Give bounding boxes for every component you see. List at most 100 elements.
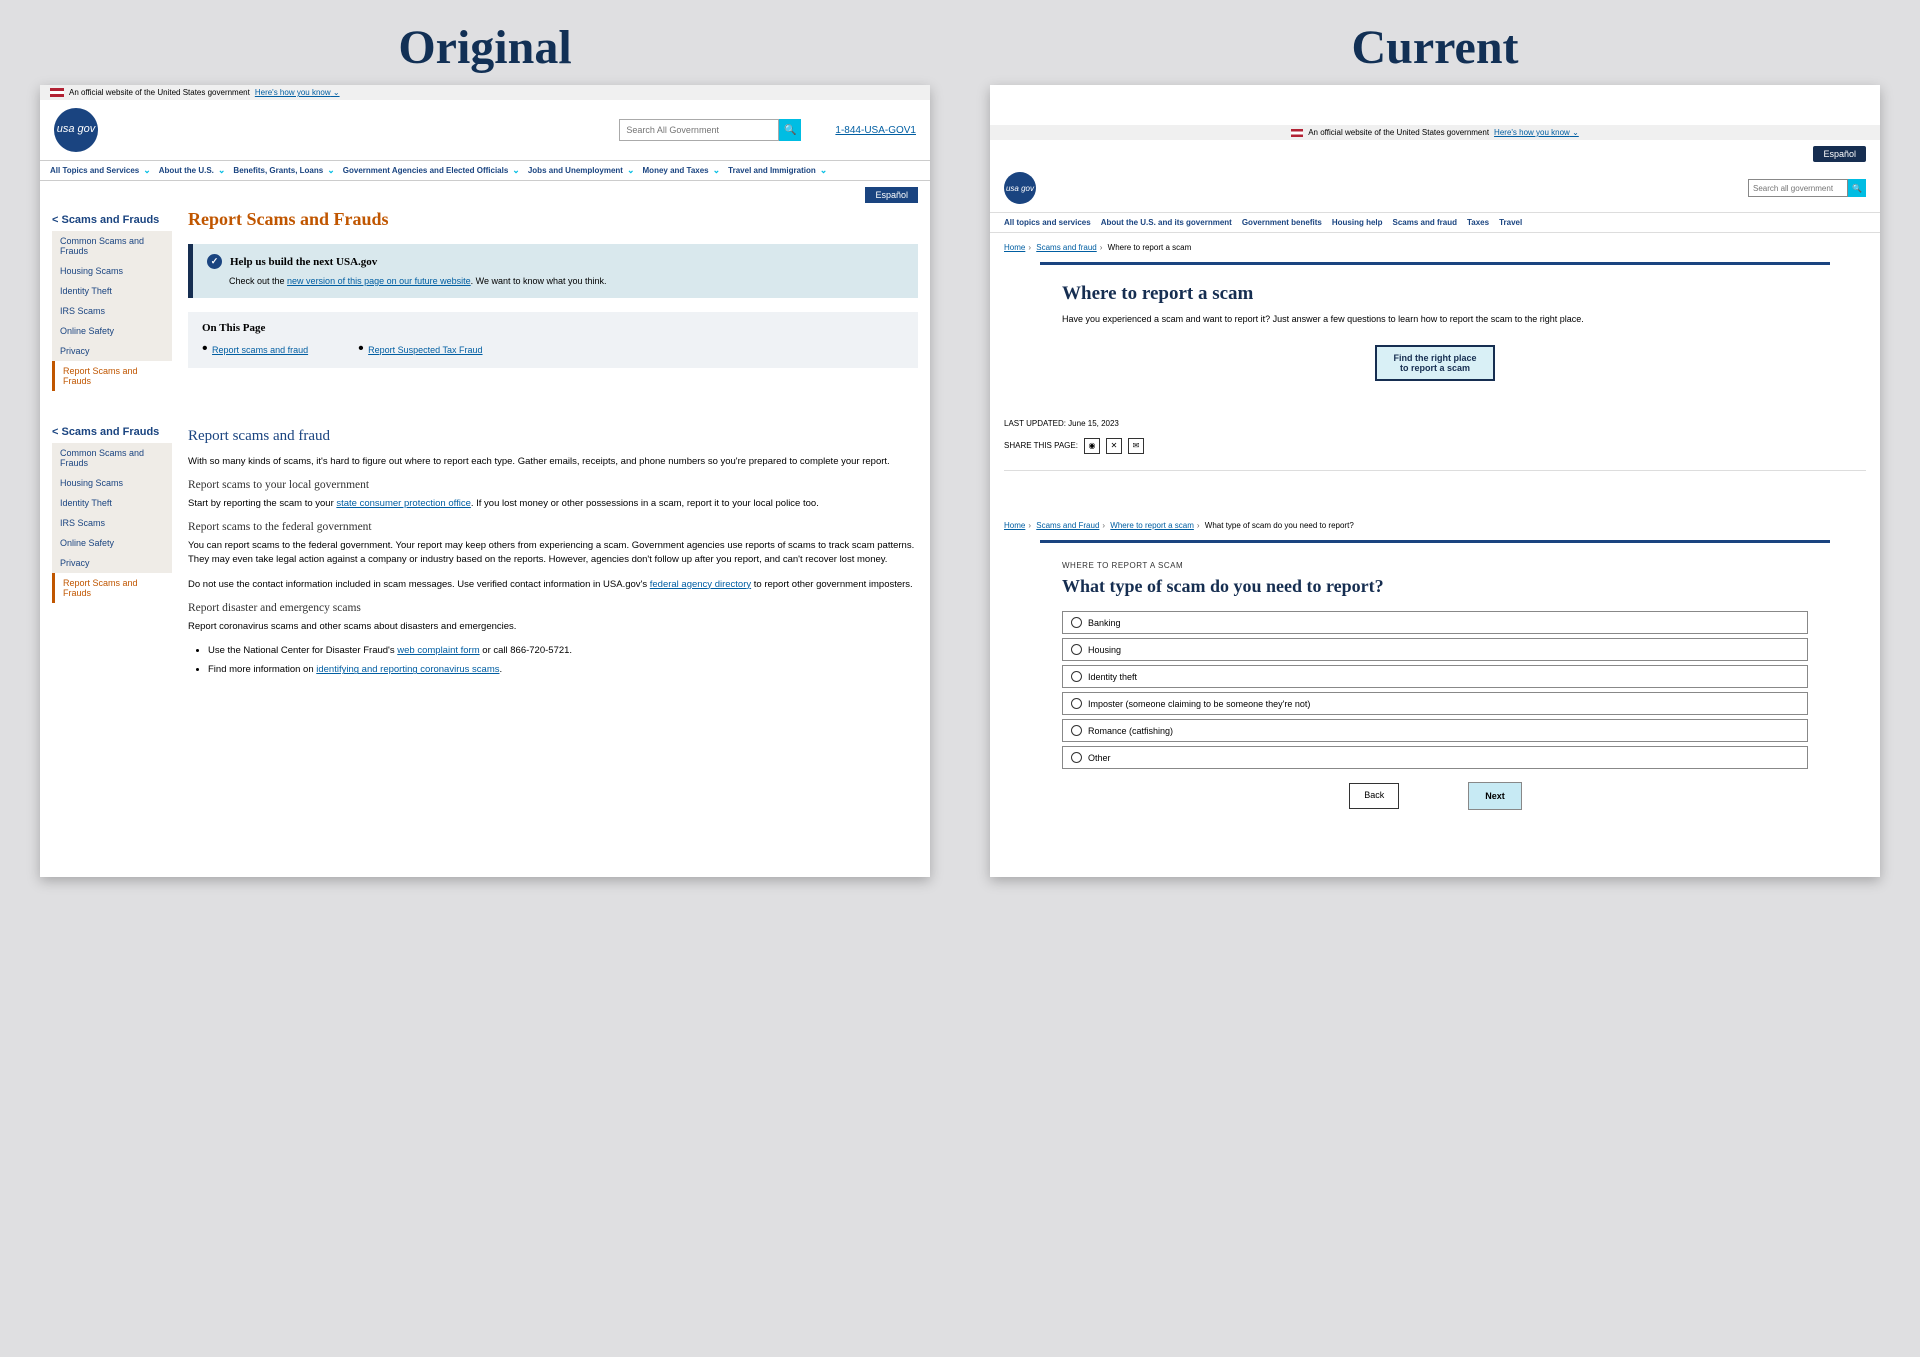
back-button[interactable]: Back — [1349, 783, 1399, 809]
alert-heading: Help us build the next USA.gov — [230, 256, 377, 268]
email-icon[interactable]: ✉ — [1128, 438, 1144, 454]
body-text: Report coronavirus scams and other scams… — [188, 620, 918, 634]
inline-link[interactable]: federal agency directory — [650, 579, 751, 590]
sidebar-item[interactable]: IRS Scams — [52, 513, 172, 533]
body-text: With so many kinds of scams, it's hard t… — [188, 455, 918, 469]
nav-item[interactable]: Scams and fraud — [1393, 218, 1457, 227]
banner-link[interactable]: Here's how you know ⌄ — [1494, 128, 1579, 137]
nav-item[interactable]: Travel and Immigration — [728, 165, 827, 176]
language-row: Español — [990, 140, 1880, 168]
search-input[interactable] — [619, 119, 779, 141]
radio-option[interactable]: Romance (catfishing) — [1062, 719, 1808, 742]
espanol-button[interactable]: Español — [865, 187, 918, 203]
sidebar-item[interactable]: Online Safety — [52, 533, 172, 553]
body-text: Start by reporting the scam to your stat… — [188, 497, 918, 511]
crumb-link[interactable]: Scams and Fraud — [1036, 521, 1099, 530]
overline: WHERE TO REPORT A SCAM — [1062, 561, 1808, 570]
search-button[interactable]: 🔍 — [779, 119, 801, 141]
page-title: Report Scams and Frauds — [188, 209, 918, 230]
sidebar-item[interactable]: Privacy — [52, 341, 172, 361]
site-header: usa gov 🔍 — [990, 168, 1880, 212]
sidebar: < Scams and Frauds Common Scams and Frau… — [52, 209, 172, 683]
table-of-contents: On This Page • Report scams and fraud • … — [188, 312, 918, 368]
subsection-heading: Report scams to your local government — [188, 479, 918, 491]
sidebar-item[interactable]: Common Scams and Frauds — [52, 231, 172, 261]
sidebar-item[interactable]: Online Safety — [52, 321, 172, 341]
nav-item[interactable]: Taxes — [1467, 218, 1489, 227]
sidebar-item[interactable]: IRS Scams — [52, 301, 172, 321]
crumb-link[interactable]: Where to report a scam — [1110, 521, 1194, 530]
sidebar-heading[interactable]: < Scams and Frauds — [52, 421, 172, 443]
radio-icon — [1071, 617, 1082, 628]
primary-nav: All Topics and Services About the U.S. B… — [40, 160, 930, 181]
panel-original: An official website of the United States… — [40, 85, 930, 877]
nav-item[interactable]: About the U.S. — [159, 165, 226, 176]
x-twitter-icon[interactable]: ✕ — [1106, 438, 1122, 454]
share-label: SHARE THIS PAGE: — [1004, 441, 1078, 450]
phone-link[interactable]: 1-844-USA-GOV1 — [835, 125, 916, 136]
nav-item[interactable]: Government benefits — [1242, 218, 1322, 227]
nav-item[interactable]: All Topics and Services — [50, 165, 151, 176]
radio-option[interactable]: Identity theft — [1062, 665, 1808, 688]
sidebar-item[interactable]: Identity Theft — [52, 281, 172, 301]
search-form: 🔍 — [619, 119, 801, 141]
usagov-logo[interactable]: usa gov — [1004, 172, 1036, 204]
toc-link[interactable]: Report Suspected Tax Fraud — [368, 345, 482, 355]
sidebar-item[interactable]: Identity Theft — [52, 493, 172, 513]
banner-text: An official website of the United States… — [69, 88, 250, 97]
nav-item[interactable]: Travel — [1499, 218, 1522, 227]
us-flag-icon — [50, 88, 64, 97]
inline-link[interactable]: state consumer protection office — [336, 498, 470, 509]
search-input[interactable] — [1748, 179, 1848, 197]
toc-link[interactable]: Report scams and fraud — [212, 345, 308, 355]
share-row: SHARE THIS PAGE: ◉ ✕ ✉ — [1004, 438, 1866, 471]
next-button[interactable]: Next — [1469, 783, 1521, 809]
panel-current: An official website of the United States… — [990, 85, 1880, 877]
wizard-question: What type of scam do you need to report? — [1062, 576, 1808, 598]
gov-banner: An official website of the United States… — [990, 125, 1880, 140]
nav-item[interactable]: About the U.S. and its government — [1101, 218, 1232, 227]
gov-banner: An official website of the United States… — [40, 85, 930, 100]
wizard-buttons: Back Next — [1062, 783, 1808, 839]
nav-item[interactable]: Benefits, Grants, Loans — [233, 165, 334, 176]
crumb-home[interactable]: Home — [1004, 521, 1025, 530]
inline-link[interactable]: web complaint form — [397, 645, 479, 656]
espanol-button[interactable]: Español — [1813, 146, 1866, 162]
radio-option[interactable]: Other — [1062, 746, 1808, 769]
info-alert: ✓ Help us build the next USA.gov Check o… — [188, 244, 918, 298]
sidebar-item[interactable]: Common Scams and Frauds — [52, 443, 172, 473]
radio-option[interactable]: Imposter (someone claiming to be someone… — [1062, 692, 1808, 715]
search-icon: 🔍 — [784, 125, 796, 136]
nav-item[interactable]: Money and Taxes — [643, 165, 721, 176]
sidebar-heading[interactable]: < Scams and Frauds — [52, 209, 172, 231]
hero-card: Where to report a scam Have you experien… — [1040, 262, 1830, 399]
usagov-logo[interactable]: usa gov — [54, 108, 98, 152]
alert-link[interactable]: new version of this page on our future w… — [287, 276, 471, 286]
nav-item[interactable]: Jobs and Unemployment — [528, 165, 635, 176]
sidebar-item[interactable]: Housing Scams — [52, 261, 172, 281]
banner-link[interactable]: Here's how you know ⌄ — [255, 88, 340, 97]
radio-icon — [1071, 698, 1082, 709]
crumb-current: Where to report a scam — [1108, 243, 1192, 252]
cta-button[interactable]: Find the right place to report a scam — [1375, 345, 1495, 381]
sidebar-item-active[interactable]: Report Scams and Frauds — [52, 361, 172, 391]
crumb-link[interactable]: Scams and fraud — [1036, 243, 1096, 252]
sidebar-item-active[interactable]: Report Scams and Frauds — [52, 573, 172, 603]
us-flag-icon — [1291, 129, 1303, 137]
wizard-card: WHERE TO REPORT A SCAM What type of scam… — [1040, 540, 1830, 858]
facebook-icon[interactable]: ◉ — [1084, 438, 1100, 454]
inline-link[interactable]: identifying and reporting coronavirus sc… — [316, 664, 499, 675]
list-item: Use the National Center for Disaster Fra… — [208, 644, 918, 658]
crumb-home[interactable]: Home — [1004, 243, 1025, 252]
radio-option[interactable]: Housing — [1062, 638, 1808, 661]
radio-icon — [1071, 752, 1082, 763]
radio-option[interactable]: Banking — [1062, 611, 1808, 634]
page-title: Where to report a scam — [1062, 283, 1808, 305]
body-list: Use the National Center for Disaster Fra… — [188, 644, 918, 678]
nav-item[interactable]: All topics and services — [1004, 218, 1091, 227]
sidebar-item[interactable]: Privacy — [52, 553, 172, 573]
search-button[interactable]: 🔍 — [1848, 179, 1866, 197]
nav-item[interactable]: Government Agencies and Elected Official… — [343, 165, 520, 176]
sidebar-item[interactable]: Housing Scams — [52, 473, 172, 493]
nav-item[interactable]: Housing help — [1332, 218, 1383, 227]
